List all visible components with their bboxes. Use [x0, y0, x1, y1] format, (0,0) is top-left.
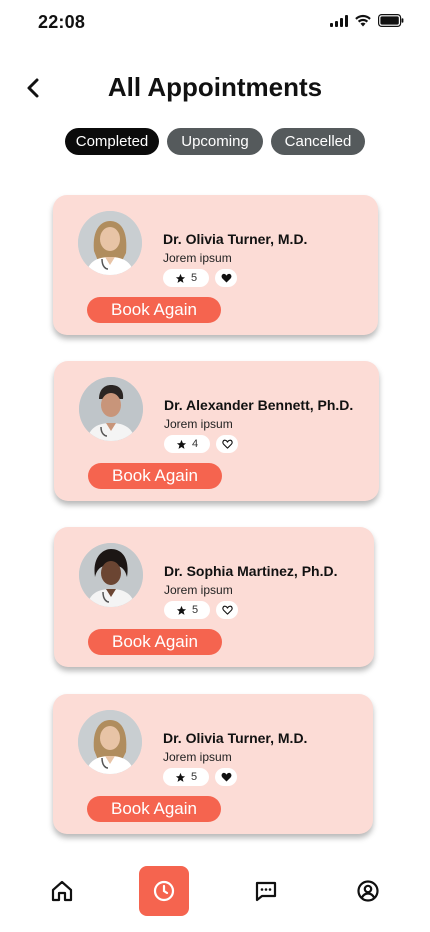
nav-home[interactable]	[37, 866, 87, 916]
bottom-navigation	[0, 860, 430, 920]
appointment-card: Dr. Olivia Turner, M.D. Jorem ipsum 5 Bo…	[53, 694, 373, 834]
status-time: 22:08	[38, 12, 86, 32]
favorite-button[interactable]	[216, 601, 238, 619]
rating-badge: 5	[164, 601, 210, 619]
rating-value: 5	[191, 604, 199, 616]
tab-completed[interactable]: Completed	[65, 128, 159, 155]
doctor-specialty: Jorem ipsum	[163, 251, 232, 265]
rating-value: 5	[190, 272, 198, 284]
star-icon	[175, 772, 186, 782]
book-again-button[interactable]: Book Again	[87, 297, 221, 323]
avatar	[79, 543, 143, 607]
heart-outline-icon	[221, 605, 233, 615]
page-title: All Appointments	[107, 72, 323, 102]
appointment-card: Dr. Olivia Turner, M.D. Jorem ipsum 5 Bo…	[53, 195, 378, 335]
doctor-photo-icon	[78, 211, 142, 275]
star-icon	[176, 439, 187, 449]
doctor-photo-icon	[79, 543, 143, 607]
nav-appointments[interactable]	[139, 866, 189, 916]
doctor-name: Dr. Olivia Turner, M.D.	[163, 730, 308, 746]
nav-messages[interactable]	[241, 866, 291, 916]
heart-outline-icon	[221, 439, 233, 449]
book-again-button[interactable]: Book Again	[88, 463, 222, 489]
rating-badge: 5	[163, 269, 209, 287]
chat-icon	[255, 881, 277, 902]
doctor-name: Dr. Olivia Turner, M.D.	[163, 231, 308, 247]
doctor-specialty: Jorem ipsum	[163, 750, 232, 764]
battery-icon	[378, 14, 404, 27]
heart-filled-icon	[221, 772, 231, 782]
tab-cancelled[interactable]: Cancelled	[271, 128, 365, 155]
favorite-button[interactable]	[215, 768, 237, 786]
heart-filled-icon	[221, 273, 231, 283]
avatar	[79, 377, 143, 441]
doctor-name: Dr. Sophia Martinez, Ph.D.	[164, 563, 338, 579]
doctor-photo-icon	[79, 377, 143, 441]
header: All Appointments	[0, 66, 430, 110]
favorite-button[interactable]	[216, 435, 238, 453]
avatar	[78, 211, 142, 275]
book-again-button[interactable]: Book Again	[87, 796, 221, 822]
star-icon	[176, 605, 187, 615]
tab-bar: Completed Upcoming Cancelled	[0, 128, 430, 155]
appointment-card: Dr. Alexander Bennett, Ph.D. Jorem ipsum…	[54, 361, 379, 501]
profile-icon	[357, 880, 379, 902]
doctor-name: Dr. Alexander Bennett, Ph.D.	[164, 397, 354, 413]
book-again-button[interactable]: Book Again	[88, 629, 222, 655]
status-bar: 22:08	[0, 0, 430, 46]
doctor-specialty: Jorem ipsum	[164, 583, 233, 597]
favorite-button[interactable]	[215, 269, 237, 287]
appointment-card: Dr. Sophia Martinez, Ph.D. Jorem ipsum 5…	[54, 527, 374, 667]
status-icons	[330, 14, 404, 27]
rating-badge: 4	[164, 435, 210, 453]
cellular-signal-icon	[330, 14, 348, 27]
nav-profile[interactable]	[343, 866, 393, 916]
avatar	[78, 710, 142, 774]
rating-badge: 5	[163, 768, 209, 786]
home-icon	[51, 880, 73, 902]
doctor-photo-icon	[78, 710, 142, 774]
rating-value: 4	[191, 438, 199, 450]
rating-value: 5	[190, 771, 198, 783]
tab-upcoming[interactable]: Upcoming	[167, 128, 263, 155]
doctor-specialty: Jorem ipsum	[164, 417, 233, 431]
star-icon	[175, 273, 186, 283]
clock-icon	[153, 880, 175, 902]
wifi-icon	[355, 14, 371, 27]
